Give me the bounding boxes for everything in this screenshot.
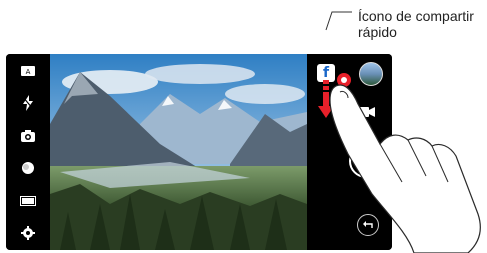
settings-gear-icon[interactable] [19,224,37,242]
svg-text:A: A [26,68,31,76]
flash-off-icon[interactable] [19,94,37,112]
hand-gesture-illustration [329,84,481,253]
left-control-strip: A [6,54,50,250]
quick-share-callout: Ícono de compartir rápido [358,8,486,40]
facebook-glyph: f [322,65,330,81]
gallery-thumbnail[interactable] [359,62,383,86]
callout-line-2: rápido [358,24,397,40]
callout-line-1: Ícono de compartir [358,8,474,24]
mode-icon[interactable]: A [19,62,37,80]
camera-viewfinder[interactable] [50,54,307,250]
callout-leader-line [325,11,352,31]
switch-camera-icon[interactable] [19,127,37,145]
filter-icon[interactable] [19,159,37,177]
aspect-ratio-icon[interactable] [19,192,37,210]
